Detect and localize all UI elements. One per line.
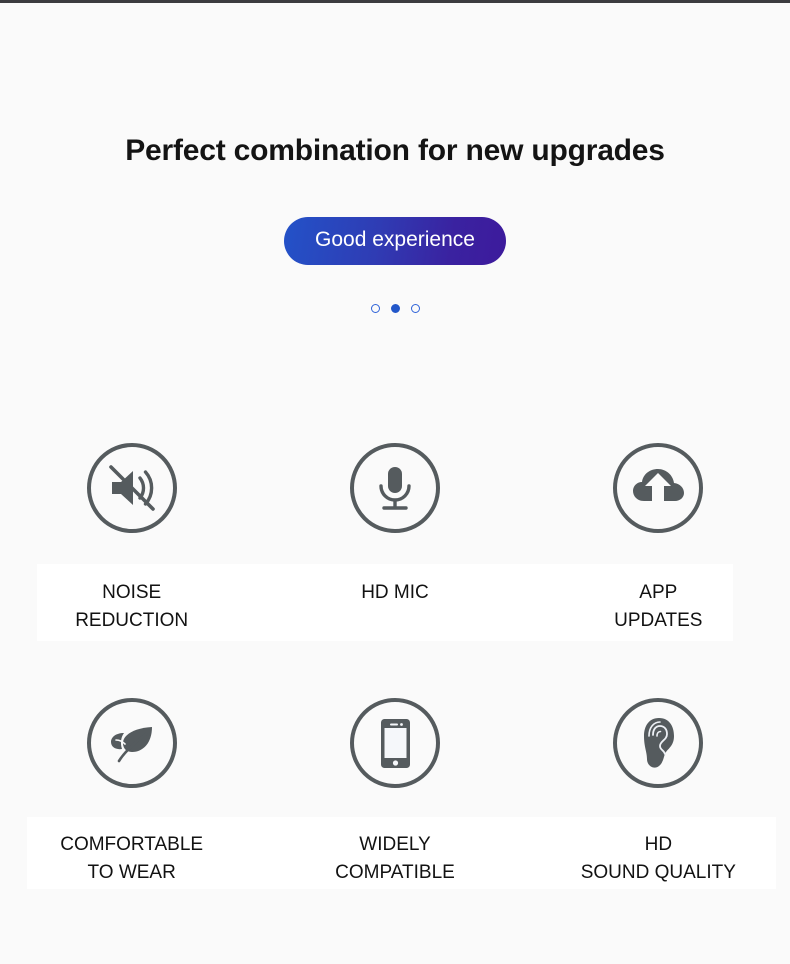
mute-speaker-icon	[86, 443, 177, 533]
feature-comfortable-to-wear[interactable]	[0, 698, 263, 788]
product-feature-page: Perfect combination for new upgrades Goo…	[0, 0, 790, 964]
feature-hd-mic[interactable]	[263, 443, 526, 533]
feature-noise-reduction[interactable]	[0, 443, 263, 533]
feature-widely-compatible[interactable]	[263, 698, 526, 788]
feature-label-comfortable-to-wear: COMFORTABLE TO WEAR	[60, 834, 204, 883]
carousel-dot-2[interactable]	[390, 304, 400, 313]
feature-icons-row-2	[0, 698, 790, 788]
cloud-upload-icon	[613, 443, 704, 533]
feature-label-hd-mic: HD MIC	[361, 582, 429, 603]
feature-app-updates[interactable]	[527, 443, 790, 533]
carousel-dot-3[interactable]	[410, 304, 420, 313]
carousel-dot-1[interactable]	[370, 304, 380, 313]
feature-label-noise-reduction: NOISE REDUCTION	[75, 582, 189, 631]
carousel-dots	[0, 304, 790, 313]
microphone-icon	[349, 443, 440, 533]
ear-icon	[613, 698, 704, 788]
good-experience-button[interactable]: Good experience	[284, 217, 506, 265]
cta-container: Good experience	[0, 217, 790, 265]
page-title: Perfect combination for new upgrades	[125, 134, 665, 167]
feature-labels-row-1: NOISE REDUCTION HD MIC APP UPDATES	[0, 579, 790, 635]
feature-icons-row-1	[0, 443, 790, 533]
feature-label-widely-compatible: WIDELY COMPATIBLE	[335, 834, 455, 883]
feature-label-hd-sound-quality: HD SOUND QUALITY	[580, 834, 736, 883]
leaf-icon	[86, 698, 177, 788]
feature-labels-row-2: COMFORTABLE TO WEAR WIDELY COMPATIBLE HD…	[0, 831, 790, 887]
smartphone-icon	[349, 698, 440, 788]
feature-label-app-updates: APP UPDATES	[614, 582, 703, 631]
feature-hd-sound-quality[interactable]	[527, 698, 790, 788]
